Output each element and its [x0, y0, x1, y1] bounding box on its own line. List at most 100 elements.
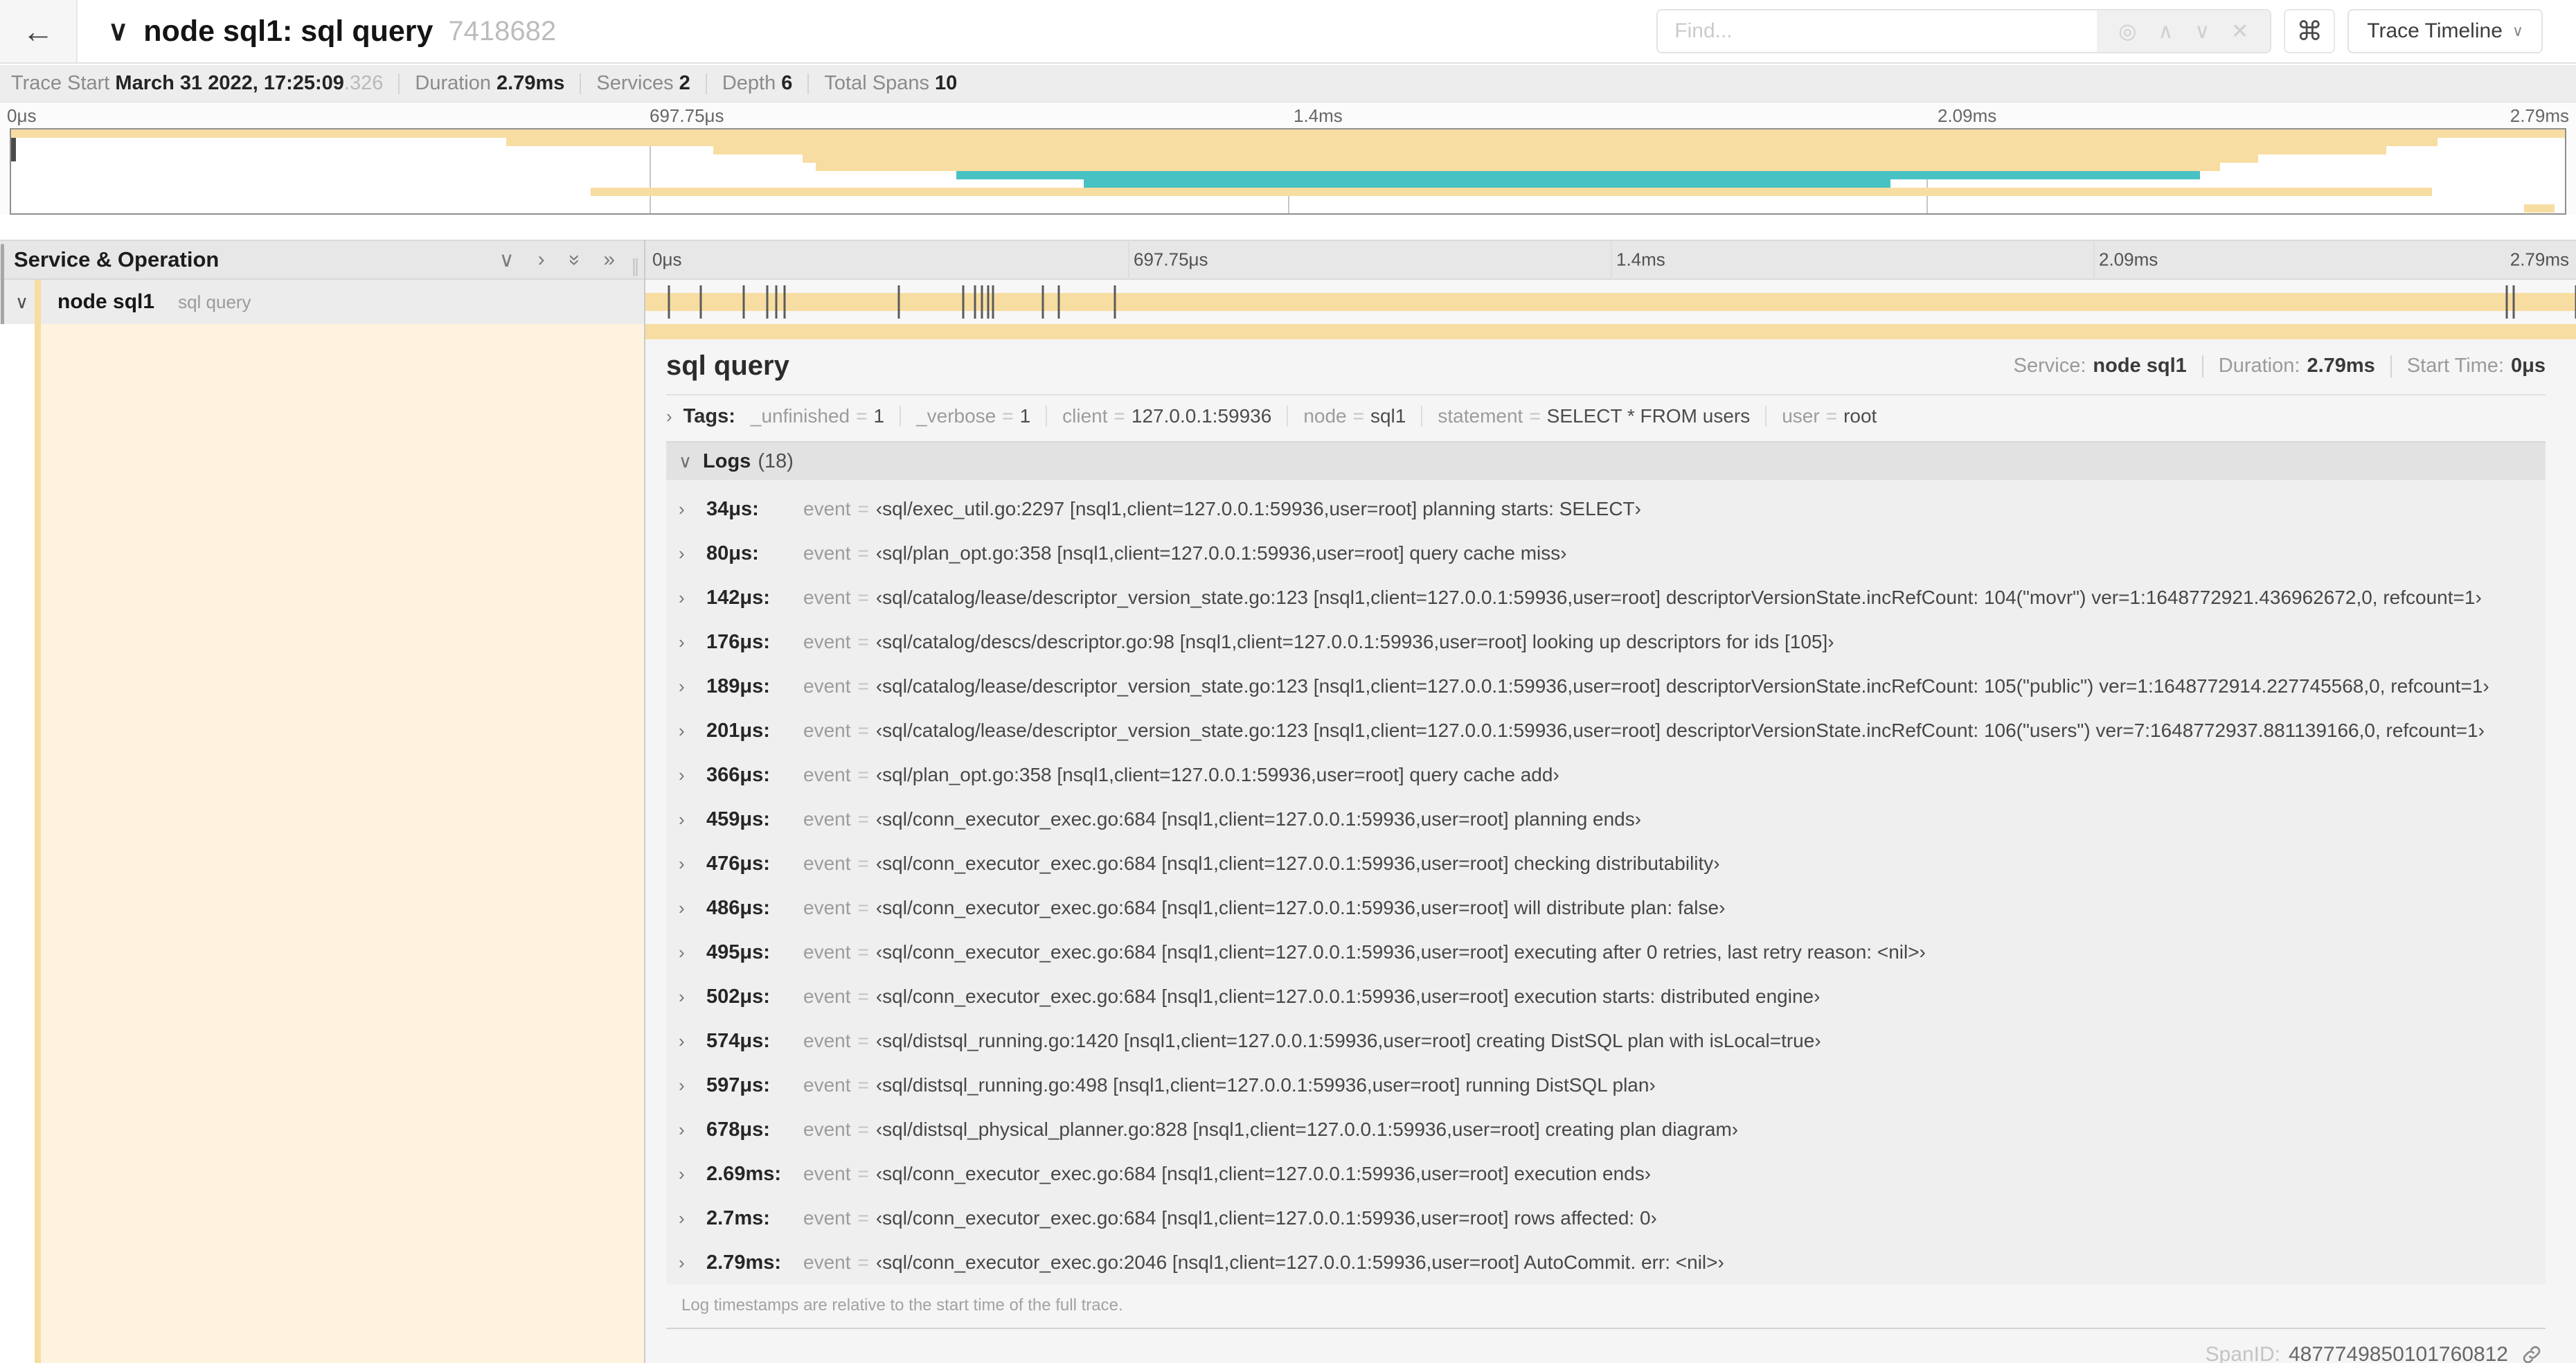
ruler-tick-label: 0μs — [652, 249, 682, 270]
log-marker-tick — [1057, 285, 1060, 319]
tag-value: 127.0.0.1:59936 — [1131, 405, 1272, 427]
log-row[interactable]: › 201μs: event = ‹sql/catalog/lease/descript… — [666, 709, 2546, 753]
next-result-icon[interactable]: ∨ — [2194, 19, 2210, 44]
minimap-canvas[interactable] — [10, 128, 2566, 215]
log-field-key: event — [803, 542, 851, 564]
log-marker-tick — [766, 285, 769, 319]
log-row[interactable]: › 502μs: event = ‹sql/conn_executor_exec.go:… — [666, 974, 2546, 1019]
log-row[interactable]: › 2.69ms: event = ‹sql/conn_executor_exec.go… — [666, 1152, 2546, 1196]
keyboard-shortcuts-button[interactable]: ⌘ — [2284, 9, 2336, 53]
collapse-all-icon[interactable]: » — [562, 254, 586, 266]
log-row[interactable]: › 2.79ms: event = ‹sql/conn_executor_exec.go… — [666, 1240, 2546, 1285]
log-expand-chevron-icon[interactable]: › — [679, 1252, 698, 1274]
timeline-ruler: 0μs 697.75μs 1.4ms 2.09ms 2.79ms — [645, 241, 2576, 278]
log-row[interactable]: › 189μs: event = ‹sql/catalog/lease/descript… — [666, 664, 2546, 709]
log-expand-chevron-icon[interactable]: › — [679, 1031, 698, 1052]
log-expand-chevron-icon[interactable]: › — [679, 1119, 698, 1141]
collapse-one-icon[interactable]: ∨ — [499, 248, 515, 272]
log-expand-chevron-icon[interactable]: › — [679, 809, 698, 830]
meta-separator — [580, 73, 582, 94]
log-expand-chevron-icon[interactable]: › — [679, 632, 698, 653]
log-time: 476μs: — [706, 852, 770, 875]
tags-row[interactable]: › Tags: _unfinished = 1 _verbose = 1 client = 12… — [666, 395, 2546, 437]
log-row[interactable]: › 597μs: event = ‹sql/distsql_running.go:498… — [666, 1063, 2546, 1107]
tag-equals: = — [1529, 405, 1541, 427]
log-row[interactable]: › 80μs: event = ‹sql/plan_opt.go:358 [nsql1,… — [666, 531, 2546, 576]
log-expand-chevron-icon[interactable]: › — [679, 587, 698, 609]
log-row[interactable]: › 142μs: event = ‹sql/catalog/lease/descript… — [666, 576, 2546, 620]
service-operation-header: Service & Operation ∨ › » » ∥ — [0, 241, 645, 278]
log-marker-tick — [1041, 285, 1044, 319]
ruler-tick-label: 697.75μs — [1134, 249, 1208, 270]
minimap-span-bar — [956, 171, 2200, 179]
log-row[interactable]: › 459μs: event = ‹sql/conn_executor_exec.go:… — [666, 797, 2546, 841]
copy-link-icon[interactable] — [2521, 1344, 2543, 1363]
log-expand-chevron-icon[interactable]: › — [679, 543, 698, 564]
column-resize-handle[interactable]: ∥ — [631, 256, 640, 277]
meta-separator — [705, 73, 707, 94]
log-row[interactable]: › 176μs: event = ‹sql/catalog/descs/descript… — [666, 620, 2546, 664]
log-row[interactable]: › 574μs: event = ‹sql/distsql_running.go:142… — [666, 1019, 2546, 1063]
tag-value: 1 — [1019, 405, 1031, 427]
span-bar-cell[interactable] — [645, 280, 2576, 324]
logs-collapse-chevron-icon[interactable]: ∨ — [679, 451, 692, 472]
log-row[interactable]: › 366μs: event = ‹sql/plan_opt.go:358 [nsql1… — [666, 753, 2546, 797]
log-row[interactable]: › 678μs: event = ‹sql/distsql_physical_plann… — [666, 1107, 2546, 1152]
minimap-span-bar — [506, 138, 2438, 146]
log-equals: = — [857, 720, 869, 741]
log-expand-chevron-icon[interactable]: › — [679, 765, 698, 786]
log-row[interactable]: › 34μs: event = ‹sql/exec_util.go:2297 [nsql… — [666, 487, 2546, 531]
span-name-cell[interactable]: ∨ node sql1 sql query — [0, 280, 645, 324]
locate-icon[interactable]: ◎ — [2118, 19, 2136, 44]
log-value: ‹sql/plan_opt.go:358 [nsql1,client=127.0… — [875, 764, 1559, 785]
prev-result-icon[interactable]: ∧ — [2158, 19, 2173, 44]
log-field-key: event — [803, 764, 851, 785]
logs-body: › 34μs: event = ‹sql/exec_util.go:2297 [nsql… — [666, 480, 2546, 1285]
span-collapse-chevron-icon[interactable]: ∨ — [15, 292, 28, 313]
detail-meta-value: 2.79ms — [2307, 355, 2375, 377]
log-equals: = — [857, 853, 869, 874]
trace-view-selector[interactable]: Trace Timeline ∨ — [2347, 9, 2543, 53]
back-button[interactable]: ← — [0, 0, 78, 62]
log-expand-chevron-icon[interactable]: › — [679, 499, 698, 520]
logs-header[interactable]: ∨ Logs (18) — [666, 441, 2546, 480]
clear-search-icon[interactable]: ✕ — [2231, 19, 2248, 44]
log-expand-chevron-icon[interactable]: › — [679, 853, 698, 875]
span-duration-bar[interactable] — [645, 293, 2576, 311]
tags-label: Tags: — [683, 404, 735, 427]
span-detail-content: sql query Service: node sql1 Duration: 2.79… — [645, 339, 2576, 1363]
log-time: 495μs: — [706, 941, 770, 963]
log-expand-chevron-icon[interactable]: › — [679, 986, 698, 1008]
meta-label: Trace Start — [11, 72, 116, 94]
log-expand-chevron-icon[interactable]: › — [679, 676, 698, 697]
log-row[interactable]: › 486μs: event = ‹sql/conn_executor_exec.go:… — [666, 886, 2546, 930]
expand-all-icon[interactable]: » — [603, 248, 615, 272]
log-expand-chevron-icon[interactable]: › — [679, 1075, 698, 1096]
log-expand-chevron-icon[interactable]: › — [679, 720, 698, 742]
meta-separator — [398, 73, 400, 94]
log-expand-chevron-icon[interactable]: › — [679, 942, 698, 963]
log-expand-chevron-icon[interactable]: › — [679, 898, 698, 919]
log-expand-chevron-icon[interactable]: › — [679, 1208, 698, 1229]
back-arrow-icon: ← — [22, 13, 54, 49]
span-operation-name: sql query — [178, 291, 251, 312]
tag-key: user — [1782, 405, 1820, 427]
log-time: 142μs: — [706, 586, 770, 609]
log-field-key: event — [803, 853, 851, 874]
log-equals: = — [857, 1251, 869, 1273]
trace-collapse-chevron-icon[interactable]: ∨ — [108, 15, 128, 47]
tags-expand-chevron-icon[interactable]: › — [666, 406, 672, 427]
log-row[interactable]: › 476μs: event = ‹sql/conn_executor_exec.go:… — [666, 841, 2546, 886]
log-marker-tick — [783, 285, 786, 319]
trace-timeline-page: ← ∨ node sql1: sql query 7418682 ◎ ∧ ∨ ✕ ⌘ … — [0, 0, 2576, 1363]
log-row[interactable]: › 495μs: event = ‹sql/conn_executor_exec.go:… — [666, 930, 2546, 974]
page-title: node sql1: sql query — [143, 14, 433, 48]
minimap-tick-label: 2.09ms — [1938, 105, 1997, 126]
detail-left-column — [0, 324, 644, 1363]
log-row[interactable]: › 2.7ms: event = ‹sql/conn_executor_exec.go:… — [666, 1196, 2546, 1240]
expand-one-icon[interactable]: › — [538, 248, 545, 272]
find-input[interactable] — [1658, 10, 2098, 52]
detail-meta-label: Duration: — [2218, 355, 2300, 377]
log-expand-chevron-icon[interactable]: › — [679, 1164, 698, 1185]
minimap-tick-label: 2.79ms — [2510, 105, 2569, 126]
